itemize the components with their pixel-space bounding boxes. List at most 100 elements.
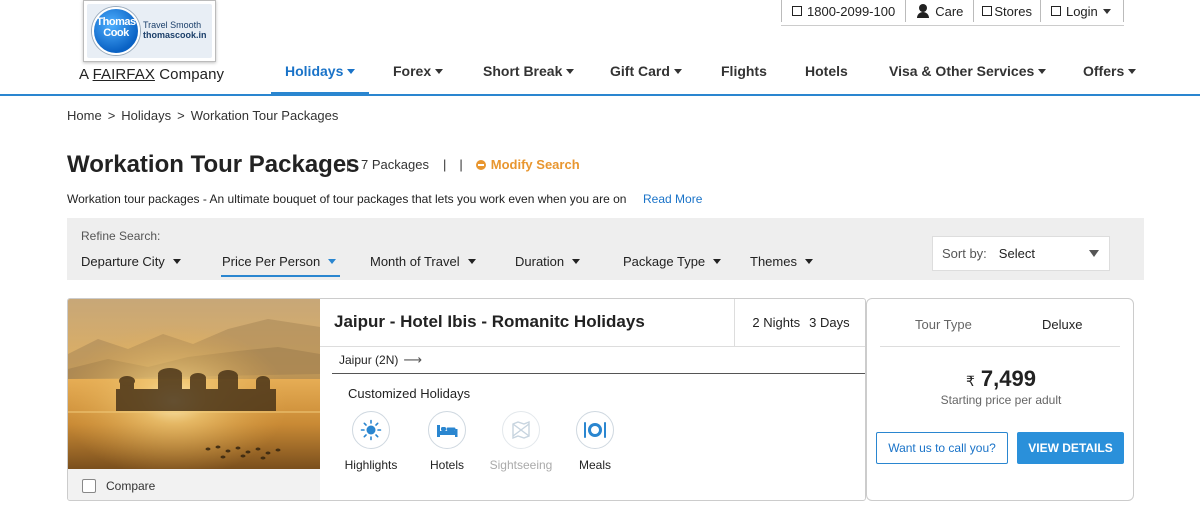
nav-short-break-label: Short Break <box>483 63 563 79</box>
chevron-down-icon <box>1102 8 1111 14</box>
phone-number: 1800-2099-100 <box>807 3 896 19</box>
feature-label: Sightseeing <box>489 458 553 472</box>
breadcrumb-separator: > <box>107 108 116 123</box>
package-route: Jaipur (2N) ⟶ <box>339 352 422 368</box>
package-nights: 2 Nights <box>752 315 801 330</box>
feature-hotels[interactable]: Hotels <box>412 411 482 472</box>
refine-search-bar: Refine Search: Departure City Price Per … <box>67 218 1144 280</box>
price-note: Starting price per adult <box>940 393 1062 407</box>
nav-visa-services[interactable]: Visa & Other Services <box>889 48 1047 94</box>
chevron-down-icon <box>328 259 337 264</box>
map-icon <box>512 420 530 440</box>
login-label: Login <box>1065 3 1098 19</box>
package-card: Compare Jaipur - Hotel Ibis - Romanitc H… <box>67 298 866 501</box>
page-title: Workation Tour Packages <box>67 151 360 178</box>
package-price: ₹7,499 <box>867 366 1135 392</box>
divider <box>332 373 865 374</box>
feature-label: Highlights <box>344 458 398 472</box>
compare-row[interactable]: Compare <box>68 469 320 500</box>
view-details-button[interactable]: VIEW DETAILS <box>1017 432 1124 464</box>
stores-label: Stores <box>994 3 1032 19</box>
bed-icon <box>437 425 458 437</box>
nav-hotels-label: Hotels <box>805 63 848 79</box>
modify-search-link[interactable]: Modify Search <box>491 157 580 172</box>
feature-meals[interactable]: Meals <box>560 411 630 472</box>
chevron-down-icon <box>1038 68 1047 74</box>
feature-ring <box>428 411 466 449</box>
breadcrumb-home[interactable]: Home <box>67 108 102 123</box>
nav-gift-card-label: Gift Card <box>610 63 670 79</box>
filter-price-per-person[interactable]: Price Per Person <box>220 254 341 277</box>
tour-type-label: Tour Type <box>915 317 972 332</box>
person-icon <box>916 4 930 18</box>
tour-type-value: Deluxe <box>1042 317 1083 332</box>
read-more-link[interactable]: Read More <box>643 192 702 206</box>
store-icon <box>982 6 993 16</box>
arrow-right-icon: ⟶ <box>403 352 422 367</box>
breadcrumb-current: Workation Tour Packages <box>190 108 339 123</box>
feature-sightseeing[interactable]: Sightseeing <box>486 411 556 472</box>
filter-label: Duration <box>515 254 565 269</box>
main-navigation: Holidays Forex Short Break Gift Card Fli… <box>0 48 1200 96</box>
minus-circle-icon <box>475 159 486 170</box>
filter-label: Month of Travel <box>370 254 460 269</box>
price-value: 7,499 <box>980 366 1036 391</box>
chevron-down-icon <box>713 259 722 264</box>
filter-package-type[interactable]: Package Type <box>623 254 722 269</box>
filter-themes[interactable]: Themes <box>750 254 813 269</box>
request-callback-button[interactable]: Want us to call you? <box>876 432 1008 464</box>
nav-offers[interactable]: Offers <box>1083 48 1137 94</box>
chevron-down-icon <box>1128 68 1137 74</box>
filter-month-of-travel[interactable]: Month of Travel <box>370 254 476 269</box>
top-utility-bar: 1800-2099-100 Care Stores Login <box>781 0 1124 26</box>
phone-icon <box>792 6 802 16</box>
feature-label: Meals <box>578 458 611 472</box>
route-city: Jaipur (2N) <box>339 353 399 367</box>
login-link[interactable]: Login <box>1039 0 1124 22</box>
care-label: Care <box>935 3 964 19</box>
filter-duration[interactable]: Duration <box>515 254 581 269</box>
phone-link[interactable]: 1800-2099-100 <box>781 0 905 22</box>
package-image[interactable] <box>68 299 320 469</box>
package-count-text: 7 Packages <box>361 157 429 172</box>
breadcrumb: Home > Holidays > Workation Tour Package… <box>67 108 338 123</box>
login-icon <box>1050 6 1061 16</box>
chevron-down-icon <box>467 259 476 264</box>
divider <box>880 346 1120 347</box>
stores-link[interactable]: Stores <box>973 0 1040 22</box>
compare-checkbox[interactable] <box>82 478 96 493</box>
filter-departure-city[interactable]: Departure City <box>81 254 181 269</box>
sort-by-select[interactable]: Sort by: Select <box>932 236 1110 271</box>
nav-short-break[interactable]: Short Break <box>483 48 575 94</box>
refine-search-label: Refine Search: <box>81 229 161 243</box>
package-title[interactable]: Jaipur - Hotel Ibis - Romanitc Holidays <box>334 312 645 332</box>
package-days: 3 Days <box>809 315 850 330</box>
filter-label: Price Per Person <box>222 254 321 269</box>
nav-hotels[interactable]: Hotels <box>805 48 848 94</box>
feature-ring <box>502 411 540 449</box>
nav-flights-label: Flights <box>721 63 767 79</box>
logo-brand-text: Thomas Cook <box>96 16 136 39</box>
sort-by-label: Sort by: <box>942 246 987 261</box>
filter-label: Departure City <box>81 254 165 269</box>
separator-bar: | <box>346 157 350 172</box>
care-link[interactable]: Care <box>905 0 973 22</box>
chevron-down-icon <box>673 68 682 74</box>
sun-icon <box>360 419 382 441</box>
nav-holidays[interactable]: Holidays <box>270 48 370 96</box>
feature-highlights[interactable]: Highlights <box>336 411 406 472</box>
filter-label: Themes <box>750 254 797 269</box>
sort-by-value: Select <box>998 246 1035 261</box>
nav-flights[interactable]: Flights <box>721 48 767 94</box>
package-count: | 7 Packages <box>346 157 429 172</box>
breadcrumb-separator: > <box>177 108 185 123</box>
page-description: Workation tour packages - An ultimate bo… <box>67 192 627 206</box>
chevron-down-icon <box>347 68 356 74</box>
divider <box>320 346 865 347</box>
jal-mahal-sunset-image <box>68 299 320 469</box>
nav-gift-card[interactable]: Gift Card <box>610 48 682 94</box>
package-category: Customized Holidays <box>348 386 471 401</box>
plate-cutlery-icon <box>584 422 606 438</box>
breadcrumb-holidays[interactable]: Holidays <box>121 108 171 123</box>
nav-forex[interactable]: Forex <box>393 48 444 94</box>
